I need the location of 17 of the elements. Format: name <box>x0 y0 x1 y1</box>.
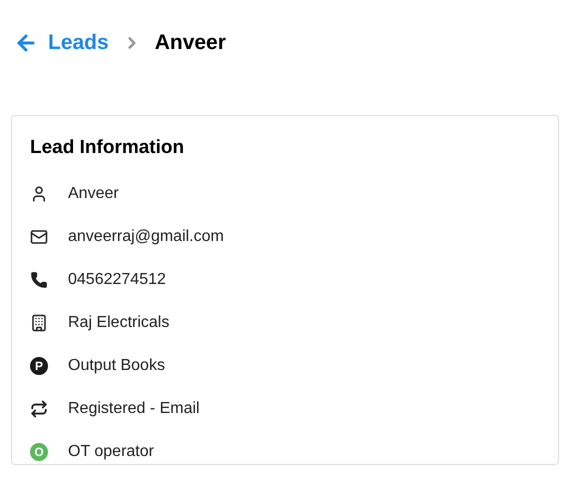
repeat-icon <box>30 400 48 418</box>
info-text: Raj Electricals <box>68 313 170 333</box>
letter-avatar: O <box>30 443 48 461</box>
info-text: Registered - Email <box>68 399 200 419</box>
info-text: Output Books <box>68 356 165 376</box>
page-title: Anveer <box>154 30 226 56</box>
phone-icon <box>30 271 48 289</box>
letter-avatar: P <box>30 357 48 375</box>
envelope-icon <box>30 228 48 246</box>
card-title: Lead Information <box>30 136 186 160</box>
person-icon <box>30 185 48 203</box>
info-text: anveerraj@gmail.com <box>68 227 224 247</box>
breadcrumb-link[interactable]: Leads <box>48 27 109 59</box>
building-icon <box>30 314 48 332</box>
info-text: OT operator <box>68 442 154 462</box>
info-text: 04562274512 <box>68 270 166 290</box>
info-text: Anveer <box>68 184 119 204</box>
